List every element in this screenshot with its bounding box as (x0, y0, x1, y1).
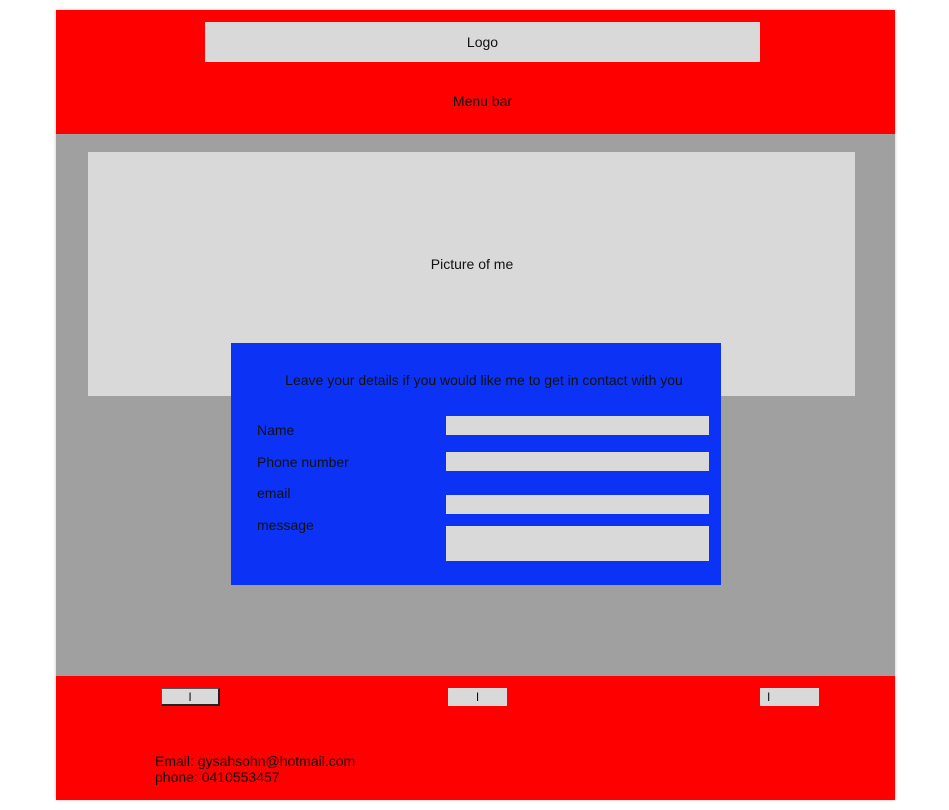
logo-text: Logo (466, 34, 499, 50)
name-field[interactable] (446, 416, 709, 435)
menu-bar-text: Menu bar (452, 93, 513, 109)
footer-button-right[interactable]: I (760, 688, 819, 706)
message-label: message (257, 517, 314, 533)
contact-form: Leave your details if you would like me … (231, 343, 721, 585)
picture-label: Picture of me (430, 256, 514, 272)
contact-phone: phone: 0410553457 (155, 769, 280, 785)
email-field[interactable] (446, 495, 709, 514)
phone-number-field[interactable] (446, 452, 709, 471)
email-label: email (257, 485, 291, 501)
contact-email: Email: gysahsohn@hotmail.com (155, 753, 356, 769)
menu-bar[interactable]: Menu bar (56, 90, 909, 112)
phone-number-label: Phone number (257, 454, 349, 470)
message-field[interactable] (446, 526, 709, 561)
logo[interactable]: Logo (205, 22, 760, 62)
name-label: Name (257, 422, 295, 438)
footer-button-left[interactable]: I (161, 688, 220, 706)
contact-info: Email: gysahsohn@hotmail.com phone: 0410… (155, 753, 355, 785)
contact-form-title: Leave your details if you would like me … (285, 372, 683, 388)
footer-button-center[interactable]: I (448, 688, 507, 706)
